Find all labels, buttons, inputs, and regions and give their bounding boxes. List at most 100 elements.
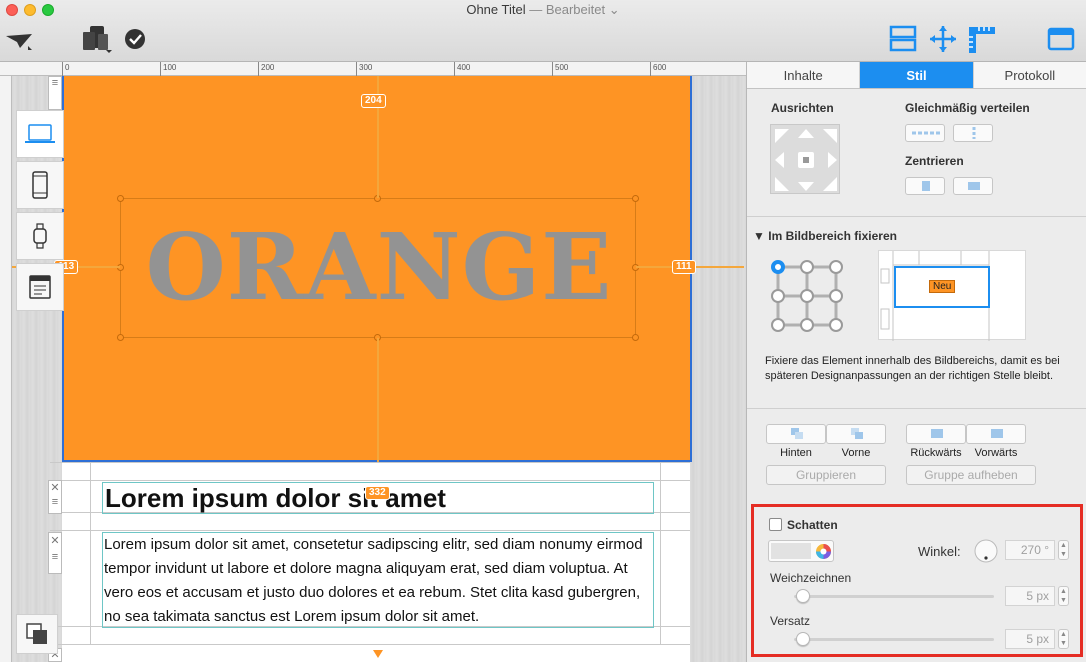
layer-toggle-button[interactable]	[16, 614, 58, 654]
resize-handle[interactable]	[117, 195, 124, 202]
pin-middle-center[interactable]	[800, 289, 814, 303]
ruler-label: 100	[163, 63, 177, 72]
distribute-vertical-button[interactable]	[953, 124, 993, 142]
layout-icon[interactable]	[888, 24, 920, 54]
blur-slider-knob[interactable]	[796, 589, 810, 603]
bring-to-front-button[interactable]	[826, 424, 886, 444]
shadow-color-well[interactable]	[768, 540, 834, 562]
center-label: Zentrieren	[905, 154, 964, 168]
vertical-ruler	[0, 76, 12, 662]
tab-inhalte[interactable]: Inhalte	[747, 62, 861, 88]
pin-bottom-center[interactable]	[800, 318, 814, 332]
shadow-checkbox[interactable]	[769, 518, 782, 531]
sidebar-toggle-icon[interactable]	[1046, 26, 1076, 52]
ruler-label: 200	[261, 63, 275, 72]
guide-arrow-icon	[373, 650, 383, 658]
pin-top-right[interactable]	[829, 260, 843, 274]
distribute-vertical-icon	[972, 127, 976, 139]
resize-handle[interactable]	[117, 334, 124, 341]
blur-stepper[interactable]: ▲ ▼	[1058, 586, 1069, 606]
center-horizontal-icon	[922, 181, 930, 191]
devices-icon[interactable]	[80, 24, 114, 54]
device-preview-rail	[16, 110, 64, 314]
row-menu-icon[interactable]: ≡	[49, 549, 61, 565]
send-to-back-button[interactable]	[766, 424, 826, 444]
checkmark-icon[interactable]	[124, 28, 146, 50]
offset-label: Versatz	[770, 614, 811, 628]
row-close-icon[interactable]: ✕	[49, 533, 61, 549]
title-chevron-icon[interactable]: ⌄	[609, 2, 620, 17]
resize-handle[interactable]	[632, 195, 639, 202]
fix-description: Fixiere das Element innerhalb des Bildbe…	[765, 355, 1060, 382]
browser-preview-button[interactable]	[16, 263, 64, 311]
horizontal-ruler: 0 100 200 300 400 500 600	[0, 62, 746, 76]
alignment-pad[interactable]	[770, 124, 840, 194]
row-controls[interactable]: ✕ ≡	[48, 532, 62, 574]
row-close-icon[interactable]: ✕	[49, 481, 61, 495]
row-divider	[50, 480, 690, 481]
offset-field[interactable]: 5 px	[1005, 629, 1055, 649]
column-divider	[90, 462, 91, 644]
forward-caption: Vorwärts	[974, 447, 1018, 459]
layers-icon	[26, 623, 47, 644]
group-button[interactable]: Gruppieren	[766, 465, 886, 485]
blur-slider-track[interactable]	[794, 595, 994, 598]
ruler-label: 400	[457, 63, 471, 72]
pin-position-grid[interactable]	[771, 260, 843, 332]
distribute-horizontal-button[interactable]	[905, 124, 945, 142]
fix-section-toggle[interactable]: ▼ Im Bildbereich fixieren	[753, 229, 897, 243]
laptop-icon	[25, 124, 55, 143]
disclosure-triangle-icon[interactable]: ▼	[753, 229, 765, 243]
row-controls[interactable]: ✕ ≡	[48, 480, 62, 514]
angle-field[interactable]: 270 °	[1005, 540, 1055, 560]
tab-protokoll[interactable]: Protokoll	[973, 62, 1086, 88]
pin-middle-right[interactable]	[829, 289, 843, 303]
distance-label-right: 111	[672, 260, 696, 274]
blur-field[interactable]: 5 px	[1005, 586, 1055, 606]
move-arrows-icon[interactable]	[928, 24, 958, 54]
window-chrome: Ohne Titel — Bearbeitet ⌄	[0, 0, 1086, 62]
inspector-panel: Inhalte Stil Protokoll Ausrichten Gleich…	[746, 62, 1086, 662]
row-menu-icon[interactable]: ≡	[49, 495, 61, 509]
angle-dial-icon[interactable]	[973, 538, 999, 564]
shadow-settings-panel: Schatten Winkel: 270 ° ▲ ▼ Weichzeichnen …	[751, 504, 1083, 657]
column-divider	[660, 462, 661, 644]
ruler-label: 0	[65, 63, 70, 72]
row-controls[interactable]: ≡	[48, 76, 62, 110]
bring-forward-button[interactable]	[966, 424, 1026, 444]
bring-to-front-icon	[851, 428, 863, 439]
offset-stepper[interactable]: ▲ ▼	[1058, 629, 1069, 649]
preview-diagram	[880, 251, 990, 341]
design-canvas[interactable]: ORANGE 204 113 111 Lorem ipsum dolor sit…	[12, 76, 746, 662]
resize-handle[interactable]	[632, 334, 639, 341]
pin-bottom-right[interactable]	[829, 318, 843, 332]
send-backward-button[interactable]	[906, 424, 966, 444]
ruler-label: 600	[653, 63, 667, 72]
offset-slider-track[interactable]	[794, 638, 994, 641]
offset-slider-knob[interactable]	[796, 632, 810, 646]
blur-label: Weichzeichnen	[770, 571, 852, 585]
phone-icon	[32, 171, 48, 199]
center-vertical-button[interactable]	[953, 177, 993, 195]
ruler-label: 300	[359, 63, 373, 72]
distribute-horizontal-icon	[912, 131, 940, 135]
ruler-icon[interactable]	[966, 24, 998, 54]
pin-bottom-left[interactable]	[771, 318, 785, 332]
row-divider	[50, 462, 690, 463]
pin-middle-left[interactable]	[771, 289, 785, 303]
pin-top-left[interactable]	[771, 260, 785, 274]
distance-label-top: 204	[361, 94, 386, 108]
center-horizontal-button[interactable]	[905, 177, 945, 195]
pin-top-center[interactable]	[800, 260, 814, 274]
paper-plane-icon[interactable]	[4, 30, 36, 52]
tab-stil[interactable]: Stil	[860, 62, 974, 88]
content-paragraph[interactable]: Lorem ipsum dolor sit amet, consetetur s…	[102, 532, 654, 628]
row-menu-icon[interactable]: ≡	[52, 77, 58, 89]
ungroup-button[interactable]: Gruppe aufheben	[906, 465, 1036, 485]
separator	[747, 216, 1086, 217]
send-backward-icon	[931, 429, 943, 438]
watch-preview-button[interactable]	[16, 212, 64, 260]
desktop-preview-button[interactable]	[16, 110, 64, 158]
phone-preview-button[interactable]	[16, 161, 64, 209]
angle-stepper[interactable]: ▲ ▼	[1058, 540, 1069, 560]
